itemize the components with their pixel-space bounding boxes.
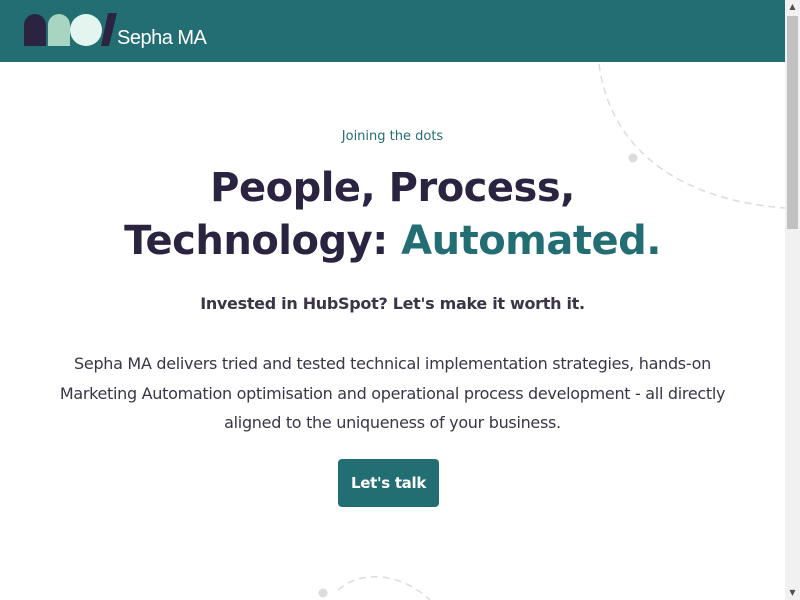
page-scrollbar[interactable]: ▲ ▼ <box>785 0 800 600</box>
brand-name: Sepha MA <box>117 27 207 49</box>
hero-section: Joining the dots People, Process, Techno… <box>0 62 785 600</box>
hero-headline: People, Process, Technology: Automated. <box>0 162 785 268</box>
lets-talk-button[interactable]: Let's talk <box>338 459 439 507</box>
sepha-logo-icon <box>24 13 117 46</box>
headline-line-2: Technology: Automated. <box>0 215 785 268</box>
headline-line-1: People, Process, <box>210 165 575 211</box>
headline-prefix: Technology: <box>124 218 402 264</box>
logo-link[interactable]: Sepha MA <box>24 13 224 49</box>
hero-subheadline: Invested in HubSpot? Let's make it worth… <box>200 294 585 313</box>
site-header: Sepha MA <box>0 0 785 62</box>
hero-description: Sepha MA delivers tried and tested techn… <box>59 354 726 432</box>
scroll-up-arrow-icon[interactable]: ▲ <box>785 0 800 14</box>
hero-eyebrow: Joining the dots <box>341 129 444 144</box>
headline-accent: Automated. <box>401 218 661 264</box>
scroll-down-arrow-icon[interactable]: ▼ <box>785 586 800 600</box>
scrollbar-thumb[interactable] <box>787 16 798 229</box>
